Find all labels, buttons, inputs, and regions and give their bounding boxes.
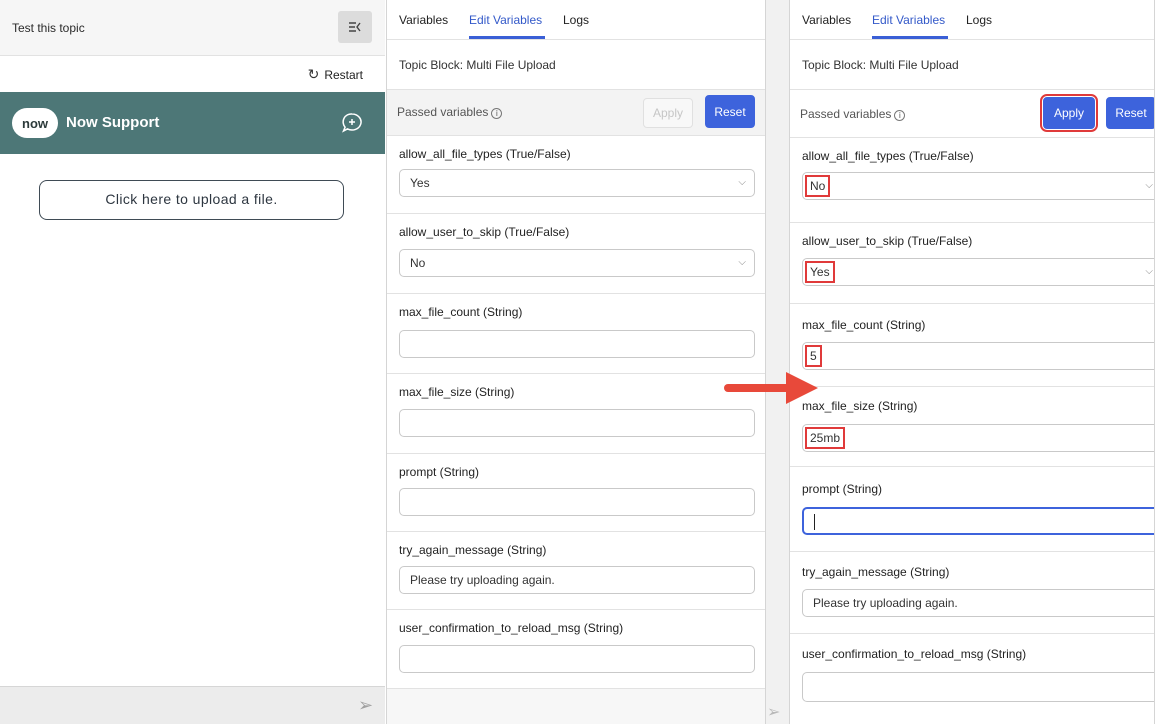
send-icon: ➢ bbox=[767, 704, 781, 721]
field-try-again-message: try_again_message (String) Please try up… bbox=[790, 552, 1154, 634]
field-allow-user-to-skip: allow_user_to_skip (True/False) Yes ⌵ bbox=[790, 223, 1154, 304]
chevron-down-icon: ⌵ bbox=[738, 257, 746, 268]
topic-block-row: Topic Block: Multi File Upload bbox=[387, 40, 765, 90]
restart-label: Restart bbox=[324, 67, 363, 82]
apply-button[interactable]: Apply bbox=[643, 98, 693, 128]
edit-variables-panel-before: Variables Edit Variables Logs Topic Bloc… bbox=[386, 0, 766, 724]
field-max-file-count: max_file_count (String) 5 bbox=[790, 304, 1154, 387]
field-label: prompt (String) bbox=[399, 465, 480, 479]
passed-variables-label: Passed variables i bbox=[800, 107, 906, 121]
chevron-down-icon: ⌵ bbox=[1145, 180, 1153, 191]
tab-variables[interactable]: Variables bbox=[802, 13, 851, 27]
user-confirmation-input[interactable] bbox=[802, 672, 1154, 702]
topic-block-label: Topic Block: Multi File Upload bbox=[399, 58, 556, 72]
field-allow-all-file-types: allow_all_file_types (True/False) Yes ⌵ bbox=[387, 136, 765, 214]
max-file-count-input[interactable]: 5 bbox=[802, 342, 1154, 370]
restart-icon: ↻ bbox=[307, 66, 320, 82]
text-cursor bbox=[814, 513, 815, 530]
chat-header: now Now Support bbox=[0, 92, 385, 154]
chat-input-bar[interactable]: ➢ bbox=[0, 686, 385, 724]
passed-variables-bar: Passed variables i Apply Reset bbox=[790, 90, 1154, 138]
field-max-file-size: max_file_size (String) bbox=[387, 374, 765, 454]
field-label: try_again_message (String) bbox=[802, 565, 950, 579]
prompt-input[interactable] bbox=[399, 488, 755, 516]
field-prompt: prompt (String) bbox=[790, 467, 1154, 552]
topic-block-row: Topic Block: Multi File Upload bbox=[790, 40, 1154, 90]
apply-button[interactable]: Apply bbox=[1040, 94, 1098, 132]
field-try-again-message: try_again_message (String) Please try up… bbox=[387, 532, 765, 610]
allow-all-file-types-select[interactable]: Yes ⌵ bbox=[399, 169, 755, 197]
field-label: allow_user_to_skip (True/False) bbox=[802, 234, 973, 248]
upload-file-button[interactable]: Click here to upload a file. bbox=[39, 180, 344, 220]
field-label: max_file_count (String) bbox=[399, 305, 523, 319]
panel-footer bbox=[387, 688, 765, 724]
reset-button[interactable]: Reset bbox=[705, 95, 755, 128]
restart-button[interactable]: ↻ Restart bbox=[308, 66, 363, 83]
topic-block-label: Topic Block: Multi File Upload bbox=[802, 58, 959, 72]
try-again-message-input[interactable]: Please try uploading again. bbox=[399, 566, 755, 594]
collapse-panel-button[interactable] bbox=[338, 11, 372, 43]
tab-bar: Variables Edit Variables Logs bbox=[790, 0, 1154, 40]
allow-user-to-skip-select[interactable]: Yes ⌵ bbox=[802, 258, 1154, 286]
field-label: prompt (String) bbox=[802, 482, 883, 496]
chat-top-bar: Test this topic bbox=[0, 0, 385, 56]
field-prompt: prompt (String) bbox=[387, 454, 765, 532]
field-user-confirmation-to-reload-msg: user_confirmation_to_reload_msg (String) bbox=[387, 610, 765, 688]
now-logo: now bbox=[12, 108, 58, 138]
chat-body: Click here to upload a file. bbox=[0, 154, 385, 686]
field-label: allow_all_file_types (True/False) bbox=[399, 147, 571, 161]
prompt-input[interactable] bbox=[802, 507, 1154, 535]
chat-panel: Test this topic ↻ Restart now Now Suppor… bbox=[0, 0, 385, 724]
field-label: max_file_count (String) bbox=[802, 318, 926, 332]
try-again-message-input[interactable]: Please try uploading again. bbox=[802, 589, 1154, 617]
field-label: allow_all_file_types (True/False) bbox=[802, 149, 974, 163]
field-label: try_again_message (String) bbox=[399, 543, 547, 557]
user-confirmation-input[interactable] bbox=[399, 645, 755, 673]
support-name: Now Support bbox=[66, 114, 160, 131]
field-allow-all-file-types: allow_all_file_types (True/False) No ⌵ bbox=[790, 138, 1154, 223]
chat-title: Test this topic bbox=[12, 21, 85, 35]
active-tab-indicator bbox=[872, 36, 948, 39]
chevron-down-icon: ⌵ bbox=[1145, 266, 1153, 277]
restart-row: ↻ Restart bbox=[0, 56, 385, 92]
active-tab-indicator bbox=[469, 36, 545, 39]
collapse-icon bbox=[349, 22, 361, 32]
tab-logs[interactable]: Logs bbox=[966, 13, 992, 27]
allow-all-file-types-select[interactable]: No ⌵ bbox=[802, 172, 1154, 200]
new-conversation-icon[interactable] bbox=[340, 111, 364, 135]
edit-variables-panel-after: Variables Edit Variables Logs Topic Bloc… bbox=[789, 0, 1155, 724]
annotation-arrow-icon bbox=[724, 372, 818, 404]
field-label: user_confirmation_to_reload_msg (String) bbox=[802, 647, 1027, 661]
field-max-file-count: max_file_count (String) bbox=[387, 294, 765, 374]
allow-user-to-skip-select[interactable]: No ⌵ bbox=[399, 249, 755, 277]
panel-gutter bbox=[766, 0, 789, 724]
field-max-file-size: max_file_size (String) 25mb bbox=[790, 387, 1154, 467]
info-icon[interactable]: i bbox=[491, 108, 503, 119]
field-label: user_confirmation_to_reload_msg (String) bbox=[399, 621, 624, 635]
send-icon[interactable]: ➢ bbox=[358, 695, 373, 716]
field-user-confirmation-to-reload-msg: user_confirmation_to_reload_msg (String) bbox=[790, 634, 1154, 724]
max-file-count-input[interactable] bbox=[399, 330, 755, 358]
chevron-down-icon: ⌵ bbox=[738, 177, 746, 188]
max-file-size-input[interactable]: 25mb bbox=[802, 424, 1154, 452]
tab-edit-variables[interactable]: Edit Variables bbox=[469, 13, 542, 27]
field-allow-user-to-skip: allow_user_to_skip (True/False) No ⌵ bbox=[387, 214, 765, 294]
reset-button[interactable]: Reset bbox=[1106, 97, 1154, 129]
tab-logs[interactable]: Logs bbox=[563, 13, 589, 27]
tab-variables[interactable]: Variables bbox=[399, 13, 448, 27]
max-file-size-input[interactable] bbox=[399, 409, 755, 437]
passed-variables-bar: Passed variables i Apply Reset bbox=[387, 90, 765, 136]
field-label: max_file_size (String) bbox=[399, 385, 515, 399]
field-label: allow_user_to_skip (True/False) bbox=[399, 225, 570, 239]
tab-edit-variables[interactable]: Edit Variables bbox=[872, 13, 945, 27]
info-icon[interactable]: i bbox=[894, 110, 906, 121]
tab-bar: Variables Edit Variables Logs bbox=[387, 0, 765, 40]
passed-variables-label: Passed variables i bbox=[397, 105, 503, 119]
